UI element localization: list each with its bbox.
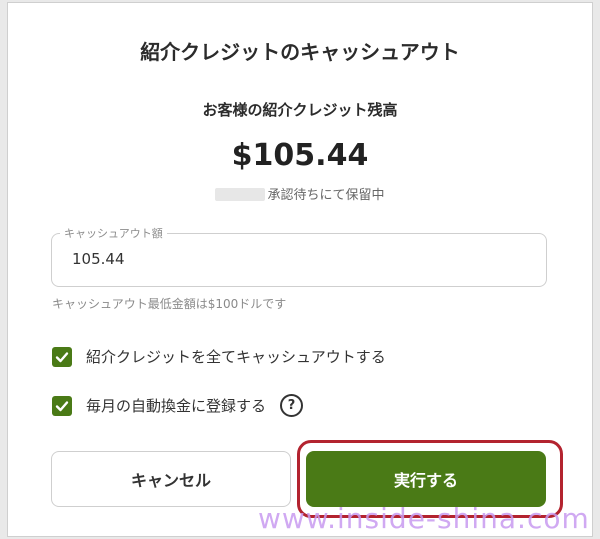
watermark-text: www.inside-shina.com <box>258 502 590 535</box>
cashout-all-label: 紹介クレジットを全てキャッシュアウトする <box>86 348 386 366</box>
cancel-button[interactable]: キャンセル <box>51 451 291 507</box>
checkmark-icon <box>55 400 69 411</box>
auto-cashout-row[interactable]: 毎月の自動換金に登録する ? <box>52 394 304 417</box>
cashout-all-checkbox[interactable] <box>52 346 72 367</box>
minimum-amount-hint: キャッシュアウト最低金額は$100ドルです <box>52 297 287 311</box>
cashout-amount-label: キャッシュアウト額 <box>60 225 167 241</box>
cashout-amount-field[interactable]: キャッシュアウト額 <box>51 225 547 287</box>
pending-status: 承認待ちにて保留中 <box>8 184 592 203</box>
cashout-dialog: 紹介クレジットのキャッシュアウト お客様の紹介クレジット残高 $105.44 承… <box>7 2 593 537</box>
auto-cashout-label: 毎月の自動換金に登録する <box>86 397 267 415</box>
checkmark-icon <box>55 351 69 362</box>
help-icon[interactable]: ? <box>280 394 304 417</box>
cashout-amount-input[interactable] <box>72 250 512 268</box>
balance-heading: お客様の紹介クレジット残高 <box>202 101 398 119</box>
auto-cashout-checkbox[interactable] <box>52 395 72 416</box>
submit-button[interactable]: 実行する <box>306 451 546 507</box>
balance-amount: $105.44 <box>231 138 369 173</box>
cashout-all-row[interactable]: 紹介クレジットを全てキャッシュアウトする <box>52 346 386 367</box>
redacted-amount <box>215 188 266 201</box>
dialog-title: 紹介クレジットのキャッシュアウト <box>140 40 460 64</box>
pending-status-text: 承認待ちにて保留中 <box>267 188 385 203</box>
